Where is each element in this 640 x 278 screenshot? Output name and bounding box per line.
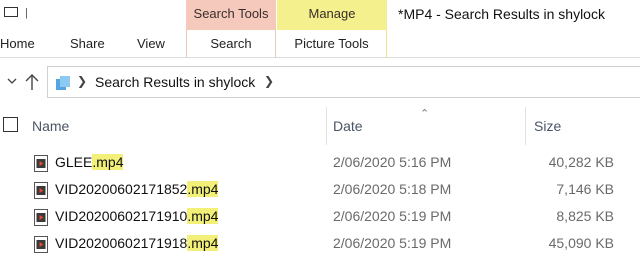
search-tools-label: Search Tools — [193, 6, 269, 21]
window-title: *MP4 - Search Results in shylock — [398, 6, 605, 22]
tab-search[interactable]: Search — [186, 30, 276, 58]
tab-search-label: Search — [210, 36, 252, 51]
video-file-icon — [34, 209, 48, 226]
sort-ascending-icon: ⌃ — [420, 108, 430, 120]
tab-share[interactable]: Share — [70, 36, 105, 51]
video-file-icon — [34, 155, 48, 172]
column-header-date[interactable]: Date — [333, 118, 363, 134]
file-size: 40,282 KB — [548, 154, 614, 170]
file-name-ext: .mp4 — [92, 154, 124, 170]
list-item[interactable]: VID20200602171918.mp4 2/06/2020 5:19 PM … — [0, 231, 640, 258]
quick-access-folder-icon[interactable] — [4, 5, 18, 17]
file-name-base: VID20200602171852 — [55, 181, 188, 197]
file-size: 7,146 KB — [556, 181, 614, 197]
file-size: 8,825 KB — [556, 208, 614, 224]
column-divider[interactable] — [326, 107, 327, 145]
file-size: 45,090 KB — [548, 235, 614, 251]
tab-view[interactable]: View — [137, 36, 165, 51]
manage-context-header: Manage — [277, 0, 387, 30]
list-item[interactable]: VID20200602171910.mp4 2/06/2020 5:19 PM … — [0, 204, 640, 231]
column-header-size[interactable]: Size — [534, 118, 561, 134]
search-tools-context-header: Search Tools — [186, 0, 276, 30]
file-name-ext: .mp4 — [187, 181, 219, 197]
search-results-folder-icon — [56, 76, 70, 90]
file-name-ext: .mp4 — [187, 208, 219, 224]
list-item[interactable]: GLEE.mp4 2/06/2020 5:16 PM 40,282 KB — [0, 150, 640, 177]
tab-picture-tools[interactable]: Picture Tools — [277, 30, 387, 58]
tab-picture-tools-label: Picture Tools — [294, 36, 369, 51]
breadcrumb-chevron-icon[interactable]: ❯ — [77, 74, 87, 88]
breadcrumb-chevron-icon[interactable]: ❯ — [264, 74, 274, 88]
file-date: 2/06/2020 5:19 PM — [333, 235, 452, 251]
file-date: 2/06/2020 5:16 PM — [333, 154, 452, 170]
video-file-icon — [34, 236, 48, 253]
title-bar: | Search Tools Manage *MP4 - Search Resu… — [0, 0, 640, 30]
video-file-icon — [34, 182, 48, 199]
address-bar[interactable]: ❯ Search Results in shylock ❯ — [47, 66, 640, 98]
file-name: VID20200602171918.mp4 — [55, 235, 219, 251]
file-date: 2/06/2020 5:19 PM — [333, 208, 452, 224]
breadcrumb-search-results[interactable]: Search Results in shylock — [95, 74, 255, 90]
file-name: GLEE.mp4 — [55, 154, 124, 170]
file-name-base: VID20200602171910 — [55, 208, 188, 224]
file-name-base: GLEE — [55, 154, 93, 170]
list-item[interactable]: VID20200602171852.mp4 2/06/2020 5:18 PM … — [0, 177, 640, 204]
column-header-name[interactable]: Name — [32, 118, 69, 134]
tab-home[interactable]: Home — [0, 36, 35, 51]
manage-label: Manage — [308, 6, 356, 21]
file-name-ext: .mp4 — [187, 235, 219, 251]
file-date: 2/06/2020 5:18 PM — [333, 181, 452, 197]
recent-locations-chevron-icon[interactable] — [3, 70, 21, 94]
column-divider[interactable] — [525, 107, 526, 145]
column-headers: Name ⌃ Date Size — [0, 107, 640, 145]
up-arrow-icon[interactable] — [23, 70, 41, 94]
select-all-checkbox[interactable] — [3, 117, 18, 132]
file-name: VID20200602171852.mp4 — [55, 181, 219, 197]
quick-access-separator-icon[interactable]: | — [25, 7, 28, 19]
file-name: VID20200602171910.mp4 — [55, 208, 219, 224]
file-name-base: VID20200602171918 — [55, 235, 188, 251]
